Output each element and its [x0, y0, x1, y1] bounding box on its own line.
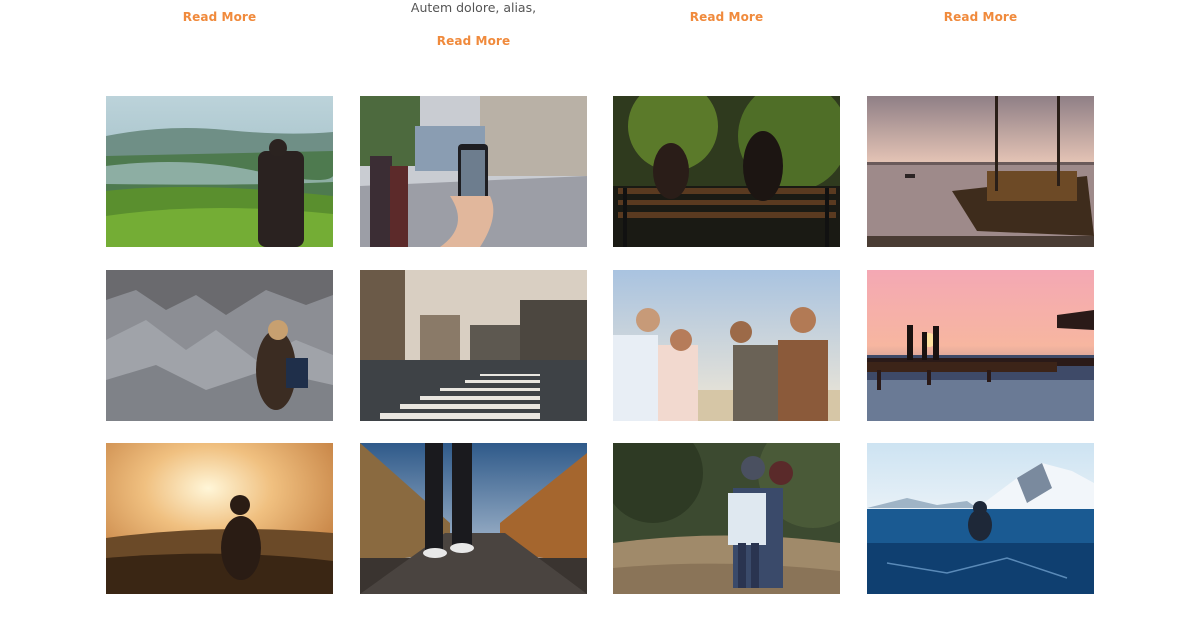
photo-gallery: [106, 96, 1094, 595]
page: Read More Autem dolore, alias, Read More…: [0, 0, 1200, 630]
family-on-pier-sunset-photo[interactable]: [867, 270, 1094, 421]
post-card-3: Read More: [613, 0, 840, 26]
read-more-link[interactable]: Read More: [183, 10, 256, 24]
walking-on-bridge-photo[interactable]: [360, 443, 587, 594]
paris-crosswalk-photo[interactable]: [360, 270, 587, 421]
post-card-4: Read More: [867, 0, 1094, 26]
post-card-1: Read More: [106, 0, 333, 26]
previous-posts-strip: Read More Autem dolore, alias, Read More…: [106, 0, 1094, 60]
woman-on-rocky-mountains-photo[interactable]: [106, 270, 333, 421]
couple-on-bench-photo[interactable]: [613, 96, 840, 247]
tea-plantation-hiker-photo[interactable]: [106, 96, 333, 247]
read-more-link[interactable]: Read More: [690, 10, 763, 24]
read-more-link[interactable]: Read More: [944, 10, 1017, 24]
sailboat-at-dusk-photo[interactable]: [867, 96, 1094, 247]
woman-watching-sunset-photo[interactable]: [106, 443, 333, 594]
post-excerpt: Autem dolore, alias,: [410, 0, 537, 15]
friends-laughing-outdoors-photo[interactable]: [613, 270, 840, 421]
person-on-frozen-lake-photo[interactable]: [867, 443, 1094, 594]
post-card-2: Autem dolore, alias, Read More: [360, 0, 587, 50]
city-street-phone-photo[interactable]: [360, 96, 587, 247]
mother-and-child-photo[interactable]: [613, 443, 840, 594]
read-more-link[interactable]: Read More: [437, 34, 510, 48]
